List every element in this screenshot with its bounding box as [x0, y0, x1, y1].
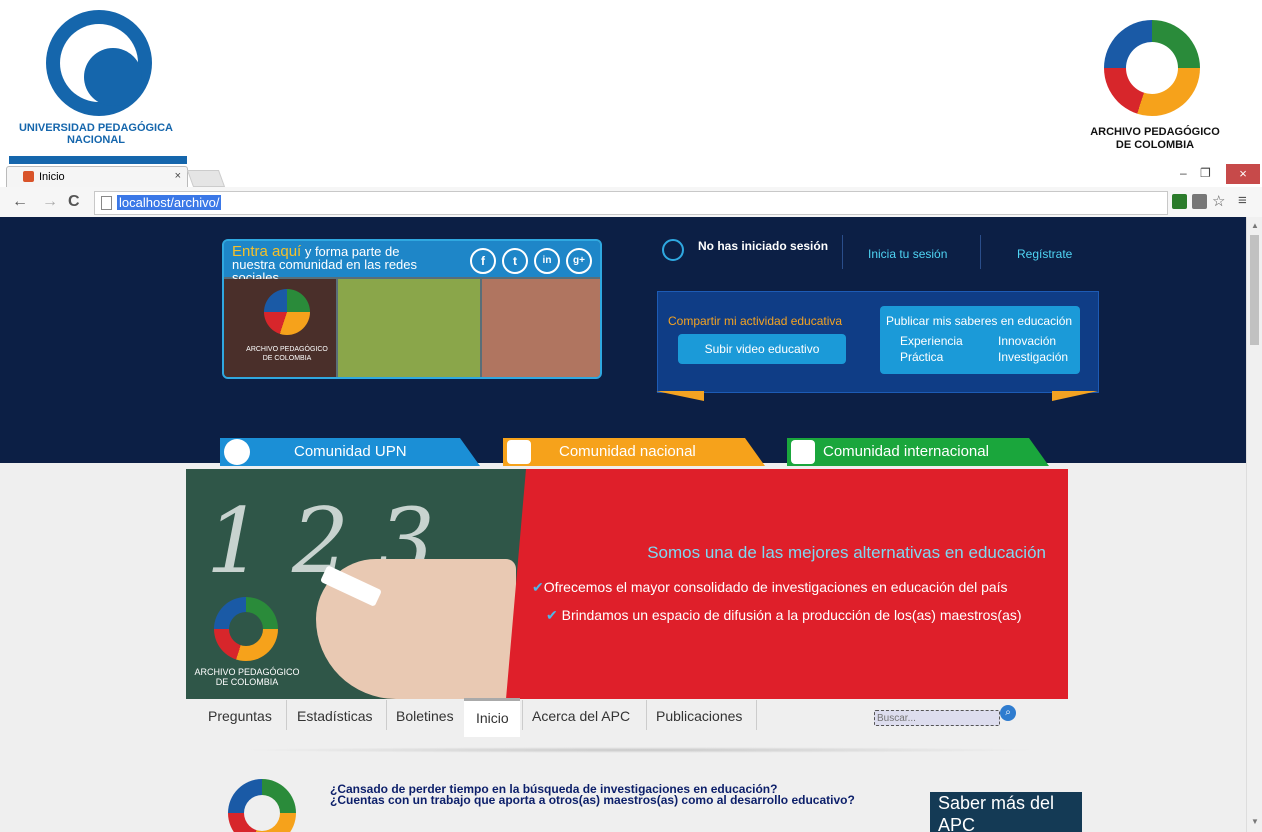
user-icon	[662, 239, 684, 261]
tab-title: Inicio	[39, 171, 65, 183]
americas-map-icon	[791, 440, 815, 464]
favicon-icon	[23, 171, 34, 182]
search-input[interactable]	[874, 710, 1000, 726]
menu-boletines[interactable]: Boletines	[396, 708, 454, 724]
pub-item-experiencia[interactable]: Experiencia	[900, 334, 963, 348]
chalkboard-image: 1 2 3	[186, 469, 526, 699]
apc-logo-text: ARCHIVO PEDAGÓGICO DE COLOMBIA	[1060, 126, 1250, 152]
menu-preguntas[interactable]: Preguntas	[208, 708, 272, 724]
upn-logo-text: UNIVERSIDAD PEDAGÓGICA NACIONAL	[6, 122, 186, 146]
check-icon: ✔	[546, 607, 562, 623]
url-text[interactable]: localhost/archivo/	[117, 195, 222, 210]
bottom-teaser: ¿Cansado de perder tiempo en la búsqueda…	[330, 783, 922, 807]
menu-publicaciones[interactable]: Publicaciones	[656, 708, 742, 724]
tab-label: Comunidad nacional	[559, 443, 696, 460]
publish-title: Publicar mis saberes en educación	[886, 314, 1073, 328]
star-icon[interactable]: ☆	[1212, 192, 1225, 210]
menu-acerca[interactable]: Acerca del APC	[532, 708, 630, 724]
browser-tab[interactable]: Inicio ×	[6, 166, 188, 188]
photo-2	[338, 279, 480, 377]
check-icon: ✔	[532, 579, 544, 595]
facebook-icon[interactable]: f	[470, 248, 496, 274]
scroll-down-icon[interactable]: ▼	[1251, 817, 1259, 826]
social-box[interactable]: Entra aquí y forma parte de nuestra comu…	[222, 239, 602, 379]
new-tab-button[interactable]	[186, 170, 226, 187]
search-icon[interactable]: ⌕	[1000, 705, 1016, 721]
extension-icon[interactable]	[1172, 194, 1187, 209]
pub-item-investigacion[interactable]: Investigación	[998, 350, 1068, 364]
apc-name-line1: ARCHIVO PEDAGÓGICO	[1090, 126, 1220, 138]
tab-comunidad-nacional[interactable]: Comunidad nacional	[503, 438, 765, 466]
share-box: Compartir mi actividad educativa Subir v…	[657, 291, 1099, 393]
menu-shadow	[240, 747, 1040, 753]
banner-title: Somos una de las mejores alternativas en…	[647, 543, 1046, 562]
banner-logo-text: ARCHIVO PEDAGÓGICO DE COLOMBIA	[194, 667, 300, 687]
login-link[interactable]: Inicia tu sesión	[868, 247, 947, 261]
menu-inicio[interactable]: Inicio	[476, 710, 509, 726]
publish-box[interactable]: Publicar mis saberes en educación Experi…	[880, 306, 1080, 374]
page-scrollbar[interactable]: ▲ ▼	[1246, 217, 1262, 832]
bottom-apc-logo	[228, 779, 296, 832]
social-logo-text: ARCHIVO PEDAGÓGICO DE COLOMBIA	[246, 346, 328, 362]
banner-line-2: ✔ Brindamos un espacio de difusión a la …	[546, 607, 1022, 623]
hero-banner: 1 2 3 Somos una de las mejores alternati…	[186, 469, 1068, 699]
colombia-map-icon	[507, 440, 531, 464]
apc-name-line2: DE COLOMBIA	[1115, 139, 1195, 151]
teaser-line-2: ¿Cuentas con un trabajo que aporta a otr…	[330, 793, 855, 807]
twitter-icon[interactable]: t	[502, 248, 528, 274]
upn-name-line2: NACIONAL	[66, 134, 126, 146]
upload-video-button[interactable]: Subir video educativo	[678, 334, 846, 364]
social-apc-logo	[264, 289, 310, 335]
tab-comunidad-upn[interactable]: Comunidad UPN	[220, 438, 480, 466]
back-icon[interactable]: ←	[12, 193, 28, 211]
page-viewport: Entra aquí y forma parte de nuestra comu…	[0, 217, 1246, 832]
tab-comunidad-internacional[interactable]: Comunidad internacional	[787, 438, 1049, 466]
googleplus-icon[interactable]: g+	[566, 248, 592, 274]
banner-line-1: ✔Ofrecemos el mayor consolidado de inves…	[532, 579, 1008, 595]
forward-icon[interactable]: →	[42, 193, 58, 211]
pub-item-innovacion[interactable]: Innovación	[998, 334, 1056, 348]
saber-mas-button[interactable]: Saber más del APC	[930, 792, 1082, 832]
photo-3	[482, 279, 600, 377]
linkedin-icon[interactable]: in	[534, 248, 560, 274]
tab-close-icon[interactable]: ×	[175, 170, 181, 182]
banner-apc-logo	[214, 597, 278, 661]
scrollbar-thumb[interactable]	[1250, 235, 1259, 345]
apc-logo	[1104, 20, 1200, 116]
register-link[interactable]: Regístrate	[1017, 247, 1072, 261]
share-title: Compartir mi actividad educativa	[668, 314, 843, 328]
reload-icon[interactable]: C	[68, 193, 80, 211]
window-close-button[interactable]: ×	[1226, 164, 1260, 184]
address-bar[interactable]: localhost/archivo/	[94, 191, 1168, 215]
divider	[980, 235, 981, 269]
upn-name-line1: UNIVERSIDAD PEDAGÓGICA	[18, 122, 174, 134]
menu-estadisticas[interactable]: Estadísticas	[297, 708, 372, 724]
upn-logo	[46, 10, 152, 116]
menu-icon[interactable]: ≡	[1238, 192, 1247, 209]
main-menu: Preguntas Estadísticas Boletines Inicio …	[200, 698, 760, 737]
tab-label: Comunidad internacional	[823, 443, 989, 460]
page-icon	[101, 196, 112, 210]
minimize-button[interactable]: –	[1180, 166, 1187, 180]
pub-item-practica[interactable]: Práctica	[900, 350, 943, 364]
scroll-up-icon[interactable]: ▲	[1251, 221, 1259, 230]
pocket-icon[interactable]	[1192, 194, 1207, 209]
upn-icon	[224, 439, 250, 465]
session-status: No has iniciado sesión	[698, 239, 829, 253]
tab-label: Comunidad UPN	[294, 443, 407, 460]
upn-strip	[9, 156, 187, 164]
restore-button[interactable]: ❐	[1200, 166, 1211, 180]
divider	[842, 235, 843, 269]
